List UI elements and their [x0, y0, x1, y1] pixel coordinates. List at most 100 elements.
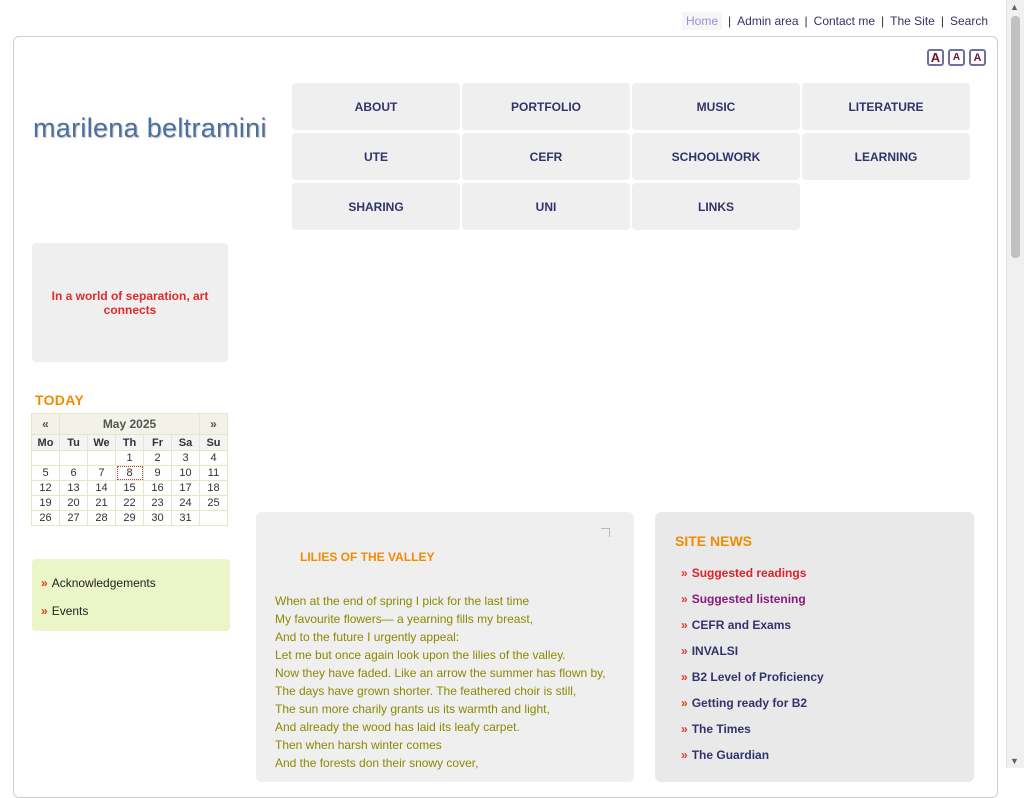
nav-home-link[interactable]: Home: [682, 12, 723, 30]
side-links-box: » Acknowledgements » Events: [32, 559, 230, 631]
scroll-up-icon[interactable]: ▲: [1010, 2, 1019, 12]
site-news-link: B2 Level of Proficiency: [691, 670, 824, 684]
scroll-down-icon[interactable]: ▼: [1010, 756, 1019, 766]
site-news-link: CEFR and Exams: [691, 618, 792, 632]
calendar-day[interactable]: 13: [59, 480, 88, 496]
double-chevron-right-icon: »: [681, 618, 688, 632]
calendar-day[interactable]: 4: [199, 450, 228, 466]
site-news-item[interactable]: » INVALSI: [681, 644, 738, 658]
site-news-item[interactable]: » B2 Level of Proficiency: [681, 670, 824, 684]
menu-portfolio[interactable]: PORTFOLIO: [462, 83, 630, 130]
calendar-day[interactable]: 23: [143, 495, 172, 511]
menu-ute[interactable]: UTE: [292, 133, 460, 180]
calendar-day[interactable]: 11: [199, 465, 228, 481]
calendar-day[interactable]: 2: [143, 450, 172, 466]
poem-title[interactable]: LILIES OF THE VALLEY: [300, 550, 434, 564]
calendar-day[interactable]: 3: [171, 450, 200, 466]
site-news-item[interactable]: » Suggested listening: [681, 592, 806, 606]
site-news-item[interactable]: » The Guardian: [681, 748, 769, 762]
nav-search-link[interactable]: Search: [950, 14, 988, 28]
menu-music[interactable]: MUSIC: [632, 83, 800, 130]
site-news-title: SITE NEWS: [675, 533, 753, 549]
poem-line: And to the future I urgently appeal:: [275, 630, 460, 644]
site-logo[interactable]: marilena beltramini: [33, 113, 267, 144]
calendar-weekday: Sa: [171, 434, 200, 451]
calendar-day[interactable]: 17: [171, 480, 200, 496]
calendar-day[interactable]: 30: [143, 510, 172, 526]
calendar-day[interactable]: 1: [115, 450, 144, 466]
font-size-large-button[interactable]: A: [927, 49, 944, 66]
calendar-today-day[interactable]: 8: [116, 466, 143, 480]
top-navigation: Home | Admin area | Contact me | The Site | Sear…: [682, 12, 988, 30]
poem-line: The days have grown shorter. The feather…: [275, 684, 577, 698]
corner-icon: [601, 528, 610, 537]
side-link-events[interactable]: » Events: [41, 604, 88, 618]
site-news-item[interactable]: » CEFR and Exams: [681, 618, 791, 632]
calendar-day: [199, 510, 228, 526]
poem-line: Let me but once again look upon the lili…: [275, 648, 566, 662]
double-chevron-right-icon: »: [41, 604, 48, 618]
calendar-day[interactable]: 19: [31, 495, 60, 511]
double-chevron-right-icon: »: [681, 644, 688, 658]
calendar-day[interactable]: 18: [199, 480, 228, 496]
calendar-prev-button[interactable]: «: [31, 413, 60, 435]
calendar-day[interactable]: 29: [115, 510, 144, 526]
scrollbar-thumb[interactable]: [1011, 16, 1020, 258]
font-size-medium-button[interactable]: A: [969, 49, 986, 66]
calendar-day[interactable]: 8: [115, 465, 144, 481]
calendar-day[interactable]: 9: [143, 465, 172, 481]
double-chevron-right-icon: »: [681, 566, 688, 580]
calendar-day[interactable]: 10: [171, 465, 200, 481]
nav-admin-link[interactable]: Admin area: [737, 14, 798, 28]
site-news-item[interactable]: » Getting ready for B2: [681, 696, 807, 710]
today-heading: TODAY: [35, 392, 84, 408]
calendar-day[interactable]: 26: [31, 510, 60, 526]
calendar-day[interactable]: 12: [31, 480, 60, 496]
calendar-day[interactable]: 21: [87, 495, 116, 511]
nav-contact-link[interactable]: Contact me: [814, 14, 875, 28]
menu-uni[interactable]: UNI: [462, 183, 630, 230]
menu-sharing[interactable]: SHARING: [292, 183, 460, 230]
calendar-day: [59, 450, 88, 466]
menu-literature[interactable]: LITERATURE: [802, 83, 970, 130]
calendar-day[interactable]: 27: [59, 510, 88, 526]
site-news-item[interactable]: » Suggested readings: [681, 566, 806, 580]
menu-links[interactable]: LINKS: [632, 183, 800, 230]
double-chevron-right-icon: »: [681, 696, 688, 710]
font-size-small-button[interactable]: A: [948, 49, 965, 66]
double-chevron-right-icon: »: [681, 748, 688, 762]
calendar-day[interactable]: 6: [59, 465, 88, 481]
calendar-day[interactable]: 16: [143, 480, 172, 496]
calendar-day[interactable]: 24: [171, 495, 200, 511]
calendar-day: [31, 450, 60, 466]
double-chevron-right-icon: »: [681, 670, 688, 684]
poem-article: LILIES OF THE VALLEY When at the end of …: [256, 512, 634, 782]
calendar-day[interactable]: 14: [87, 480, 116, 496]
site-news-box: SITE NEWS » Suggested readings » Suggested …: [655, 512, 974, 782]
site-news-link: Getting ready for B2: [691, 696, 808, 710]
calendar-day[interactable]: 20: [59, 495, 88, 511]
double-chevron-right-icon: »: [681, 592, 688, 606]
calendar-day[interactable]: 25: [199, 495, 228, 511]
nav-site-link[interactable]: The Site: [890, 14, 935, 28]
page-scrollbar[interactable]: ▲ ▼: [1006, 0, 1024, 768]
calendar-next-button[interactable]: »: [199, 413, 228, 435]
calendar-day[interactable]: 7: [87, 465, 116, 481]
calendar-day[interactable]: 5: [31, 465, 60, 481]
site-news-item[interactable]: » The Times: [681, 722, 751, 736]
nav-separator: |: [804, 14, 808, 28]
double-chevron-right-icon: »: [681, 722, 688, 736]
menu-learning[interactable]: LEARNING: [802, 133, 970, 180]
menu-schoolwork[interactable]: SCHOOLWORK: [632, 133, 800, 180]
calendar-day[interactable]: 31: [171, 510, 200, 526]
menu-about[interactable]: ABOUT: [292, 83, 460, 130]
calendar-day[interactable]: 28: [87, 510, 116, 526]
nav-separator: |: [881, 14, 885, 28]
site-news-link: The Times: [691, 722, 751, 736]
side-link-label: Events: [51, 604, 89, 618]
quote-text: In a world of separation, art connects: [51, 288, 209, 317]
side-link-acknowledgements[interactable]: » Acknowledgements: [41, 576, 156, 590]
menu-cefr[interactable]: CEFR: [462, 133, 630, 180]
calendar-day[interactable]: 22: [115, 495, 144, 511]
calendar-day[interactable]: 15: [115, 480, 144, 496]
